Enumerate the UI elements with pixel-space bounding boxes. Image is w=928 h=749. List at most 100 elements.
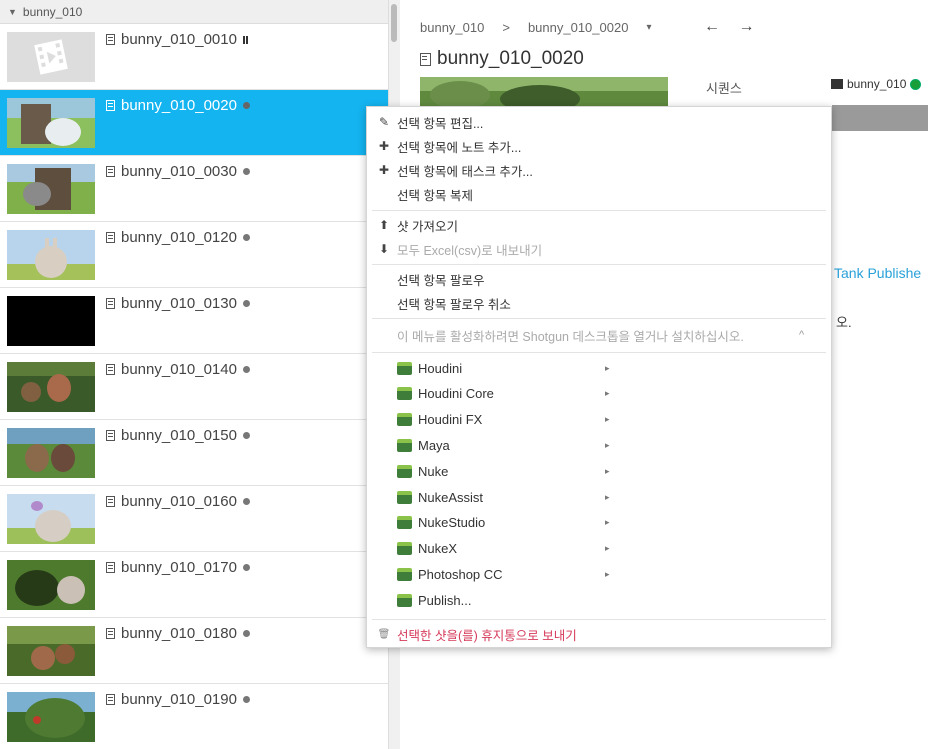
app-cube-icon <box>397 490 412 504</box>
shot-name[interactable]: bunny_010_0140 <box>121 361 237 378</box>
shot-name[interactable]: bunny_010_0150 <box>121 427 237 444</box>
shot-title[interactable]: bunny_010_0010 <box>106 31 248 48</box>
shot-name[interactable]: bunny_010_0160 <box>121 493 237 510</box>
shot-name[interactable]: bunny_010_0010 <box>121 31 237 48</box>
status-ok-icon <box>910 78 922 90</box>
shot-title[interactable]: bunny_010_0130 <box>106 295 250 312</box>
app-cube-icon <box>397 361 412 375</box>
shot-thumbnail[interactable] <box>7 98 95 148</box>
sequence-link[interactable]: bunny_010 <box>847 77 906 91</box>
shot-film-icon <box>106 232 115 243</box>
menu-item-label: 선택 항목 팔로우 취소 <box>397 297 511 312</box>
breadcrumb-project[interactable]: bunny_010 <box>420 20 484 35</box>
collapse-triangle-icon[interactable]: ▼ <box>8 7 17 17</box>
menu-item-7[interactable]: 선택 항목 팔로우 취소 <box>367 292 831 314</box>
shot-thumbnail[interactable] <box>7 560 95 610</box>
menu-separator <box>372 264 826 265</box>
sequence-value[interactable]: bunny_010 <box>831 77 922 91</box>
status-dot-icon <box>242 300 250 307</box>
shot-row[interactable]: bunny_010_0120 <box>0 222 388 288</box>
shot-title[interactable]: bunny_010_0150 <box>106 427 250 444</box>
menu-item-0[interactable]: ✎ 선택 항목 편집... <box>367 111 831 133</box>
app-menu-item[interactable]: Publish... <box>397 589 613 611</box>
export-icon: ⬇ <box>378 242 390 256</box>
shot-row[interactable]: bunny_010_0030 <box>0 156 388 222</box>
menu-item-4[interactable]: ⬆ 샷 가져오기 <box>367 214 831 236</box>
submenu-arrow-icon: ▸ <box>605 543 610 554</box>
app-menu-item[interactable]: NukeStudio ▸ <box>397 512 613 534</box>
shot-thumbnail[interactable] <box>7 164 95 214</box>
menu-item-6[interactable]: 선택 항목 팔로우 <box>367 268 831 290</box>
app-menu-item[interactable]: NukeAssist ▸ <box>397 486 613 508</box>
tank-publish-link[interactable]: Tank Publishe <box>834 265 921 281</box>
shot-name[interactable]: bunny_010_0130 <box>121 295 237 312</box>
app-menu-item[interactable]: NukeX ▸ <box>397 538 613 560</box>
group-header[interactable]: ▼ bunny_010 <box>0 0 388 24</box>
shot-row[interactable]: bunny_010_0180 <box>0 618 388 684</box>
menu-item-1[interactable]: ✚ 선택 항목에 노트 추가... <box>367 135 831 157</box>
detail-thumbnail <box>420 77 668 107</box>
shot-thumbnail[interactable] <box>7 296 95 346</box>
shot-name[interactable]: bunny_010_0030 <box>121 163 237 180</box>
shot-title[interactable]: bunny_010_0120 <box>106 229 250 246</box>
shot-title[interactable]: bunny_010_0180 <box>106 625 250 642</box>
shot-title[interactable]: bunny_010_0020 <box>106 97 250 114</box>
trash-shot-menu-item[interactable]: 🗑 선택한 샷을(를) 휴지통으로 보내기 <box>367 623 831 645</box>
shot-row[interactable]: bunny_010_0150 <box>0 420 388 486</box>
shot-thumbnail[interactable] <box>7 692 95 742</box>
shot-film-icon <box>106 34 115 45</box>
menu-item-2[interactable]: ✚ 선택 항목에 태스크 추가... <box>367 159 831 181</box>
shot-row[interactable]: bunny_010_0010 <box>0 24 388 90</box>
shot-name[interactable]: bunny_010_0020 <box>121 97 237 114</box>
app-menu-item[interactable]: Maya ▸ <box>397 434 613 456</box>
app-menu-item[interactable]: Photoshop CC ▸ <box>397 563 613 585</box>
shot-row[interactable]: bunny_010_0190 <box>0 684 388 749</box>
shot-row[interactable]: bunny_010_0020 <box>0 90 388 156</box>
header-bar <box>832 105 928 131</box>
app-menu-item[interactable]: Houdini ▸ <box>397 357 613 379</box>
next-arrow-icon[interactable]: → <box>738 18 754 35</box>
status-dot-icon <box>242 102 250 109</box>
app-label: Maya <box>418 437 450 453</box>
breadcrumb-separator: > <box>502 20 510 35</box>
shot-name[interactable]: bunny_010_0170 <box>121 559 237 576</box>
app-label: Houdini <box>418 360 463 376</box>
app-label: NukeAssist <box>418 489 484 505</box>
shot-thumbnail[interactable] <box>7 362 95 412</box>
shot-list-panel: ▼ bunny_010 bunny_010_0010 bunny_010_0020… <box>0 0 388 749</box>
shot-title[interactable]: bunny_010_0190 <box>106 691 250 708</box>
shot-film-icon <box>106 100 115 111</box>
breadcrumb-shot[interactable]: bunny_010_0020 <box>528 20 629 35</box>
scrollbar-thumb[interactable] <box>391 4 397 42</box>
menu-item-3[interactable]: 선택 항목 복제 <box>367 183 831 205</box>
shot-thumbnail[interactable] <box>7 626 95 676</box>
shot-title[interactable]: bunny_010_0170 <box>106 559 250 576</box>
breadcrumb-dropdown-icon[interactable]: ▾ <box>646 22 651 33</box>
shot-title[interactable]: bunny_010_0140 <box>106 361 250 378</box>
breadcrumb: bunny_010 > bunny_010_0020 ▾ <box>420 20 669 35</box>
nav-arrows: ← → <box>704 18 768 36</box>
shot-title[interactable]: bunny_010_0030 <box>106 163 250 180</box>
shot-name[interactable]: bunny_010_0190 <box>121 691 237 708</box>
app-cube-icon <box>397 516 412 530</box>
shot-name[interactable]: bunny_010_0120 <box>121 229 237 246</box>
shot-row[interactable]: bunny_010_0130 <box>0 288 388 354</box>
shot-thumbnail[interactable] <box>7 494 95 544</box>
menu-separator <box>372 352 826 353</box>
shot-row[interactable]: bunny_010_0170 <box>0 552 388 618</box>
app-label: Nuke <box>418 463 449 479</box>
collapse-caret-icon[interactable]: ^ <box>799 329 804 341</box>
app-menu-item[interactable]: Houdini FX ▸ <box>397 409 613 431</box>
shot-row[interactable]: bunny_010_0160 <box>0 486 388 552</box>
app-menu-item[interactable]: Houdini Core ▸ <box>397 383 613 405</box>
shot-name[interactable]: bunny_010_0180 <box>121 625 237 642</box>
shot-row[interactable]: bunny_010_0140 <box>0 354 388 420</box>
shot-thumbnail[interactable] <box>7 32 95 82</box>
shot-thumbnail[interactable] <box>7 428 95 478</box>
app-menu-item[interactable]: Nuke ▸ <box>397 460 613 482</box>
submenu-arrow-icon: ▸ <box>605 388 610 399</box>
prev-arrow-icon[interactable]: ← <box>704 18 720 35</box>
menu-item-label: 선택 항목에 노트 추가... <box>397 140 522 155</box>
shot-title[interactable]: bunny_010_0160 <box>106 493 250 510</box>
shot-thumbnail[interactable] <box>7 230 95 280</box>
